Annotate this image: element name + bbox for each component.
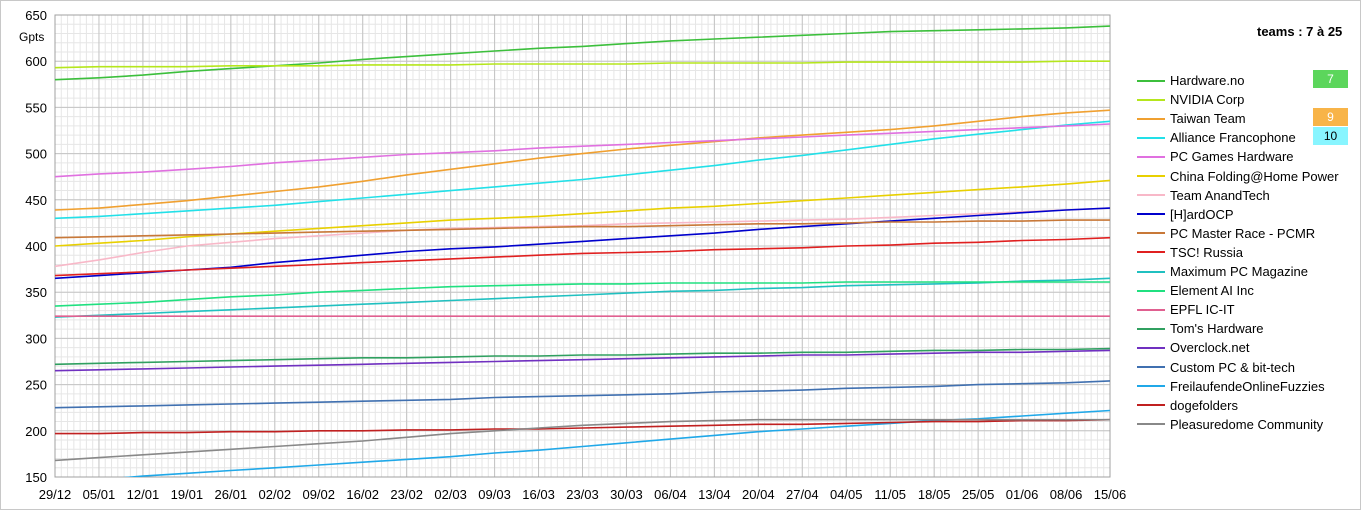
legend-label: Team AnandTech xyxy=(1170,187,1270,203)
legend-label: Hardware.no xyxy=(1170,73,1245,88)
legend-item: TSC! Russia xyxy=(1137,243,1243,262)
legend-item: Custom PC & bit-tech xyxy=(1137,358,1295,377)
legend-label: EPFL IC-IT xyxy=(1170,302,1235,318)
legend-item: Maximum PC Magazine xyxy=(1137,262,1308,281)
legend-item: [H]ardOCP xyxy=(1137,205,1234,224)
y-tick-label: 500 xyxy=(25,147,47,162)
x-tick-label: 02/03 xyxy=(434,487,467,502)
rank-badge: 7 xyxy=(1313,70,1348,88)
x-tick-label: 09/03 xyxy=(478,487,511,502)
y-tick-label: 450 xyxy=(25,193,47,208)
legend-item: Taiwan Team xyxy=(1137,109,1246,128)
legend-item: PC Master Race - PCMR xyxy=(1137,224,1315,243)
x-tick-label: 13/04 xyxy=(698,487,731,502)
team-range-label: teams : 7 à 25 xyxy=(1257,24,1343,39)
legend-item: Element AI Inc xyxy=(1137,281,1254,300)
legend-item: EPFL IC-IT xyxy=(1137,300,1235,319)
y-tick-label: 650 xyxy=(25,8,47,23)
y-axis-unit-label: Gpts xyxy=(19,30,45,44)
legend-swatch xyxy=(1137,98,1165,101)
legend-item: PC Games Hardware xyxy=(1137,147,1294,166)
rank-badge: 9 xyxy=(1313,108,1348,127)
legend-item: Alliance Francophone xyxy=(1137,128,1296,147)
legend-swatch xyxy=(1137,327,1165,330)
legend-item: China Folding@Home Power xyxy=(1137,167,1339,186)
legend-swatch xyxy=(1137,270,1165,273)
x-tick-label: 15/06 xyxy=(1094,487,1127,502)
x-tick-label: 05/01 xyxy=(83,487,116,502)
legend-item: Pleasuredome Community xyxy=(1137,415,1323,434)
legend-label: China Folding@Home Power xyxy=(1170,168,1339,184)
legend-label: PC Master Race - PCMR xyxy=(1170,225,1316,241)
y-tick-label: 250 xyxy=(25,378,47,393)
legend-label: Tom's Hardware xyxy=(1170,321,1264,337)
x-tick-label: 12/01 xyxy=(127,487,160,502)
x-tick-label: 18/05 xyxy=(918,487,951,502)
legend-label: [H]ardOCP xyxy=(1170,206,1234,222)
legend-label: Element AI Inc xyxy=(1170,283,1254,299)
legend-label: Custom PC & bit-tech xyxy=(1170,359,1295,375)
x-tick-label: 23/03 xyxy=(566,487,599,502)
x-tick-label: 30/03 xyxy=(610,487,643,502)
y-tick-label: 600 xyxy=(25,54,47,69)
x-tick-label: 06/04 xyxy=(654,487,687,502)
x-tick-label: 26/01 xyxy=(215,487,248,502)
legend-swatch xyxy=(1137,385,1165,388)
legend-swatch xyxy=(1137,289,1165,292)
legend-item: dogefolders xyxy=(1137,396,1238,415)
y-tick-label: 300 xyxy=(25,331,47,346)
x-tick-label: 09/02 xyxy=(302,487,335,502)
x-tick-label: 08/06 xyxy=(1050,487,1083,502)
legend-swatch xyxy=(1137,155,1165,158)
legend-label: Overclock.net xyxy=(1170,340,1250,356)
y-tick-label: 550 xyxy=(25,100,47,115)
x-tick-label: 19/01 xyxy=(171,487,204,502)
legend-item: Team AnandTech xyxy=(1137,186,1270,205)
legend-item: Tom's Hardware xyxy=(1137,319,1264,338)
legend-swatch xyxy=(1137,117,1165,120)
legend-swatch xyxy=(1137,232,1165,235)
legend-swatch xyxy=(1137,423,1165,426)
x-tick-label: 16/03 xyxy=(522,487,555,502)
legend-label: Pleasuredome Community xyxy=(1170,416,1324,432)
x-tick-label: 20/04 xyxy=(742,487,775,502)
legend-label: dogefolders xyxy=(1170,397,1238,413)
legend-label: FreilaufendeOnlineFuzzies xyxy=(1170,378,1325,394)
x-tick-label: 01/06 xyxy=(1006,487,1039,502)
y-tick-label: 200 xyxy=(25,424,47,439)
legend-label: NVIDIA Corp xyxy=(1170,92,1245,108)
legend-swatch xyxy=(1137,404,1165,407)
legend-label: Maximum PC Magazine xyxy=(1170,264,1308,279)
legend-swatch xyxy=(1137,136,1165,139)
x-tick-label: 29/12 xyxy=(39,487,72,502)
legend-item: Hardware.no xyxy=(1137,71,1244,90)
legend-label: Taiwan Team xyxy=(1170,111,1246,127)
legend-swatch xyxy=(1137,175,1165,177)
legend-label: PC Games Hardware xyxy=(1170,149,1294,165)
legend-label: TSC! Russia xyxy=(1170,244,1243,260)
x-tick-label: 23/02 xyxy=(390,487,423,502)
legend-swatch xyxy=(1137,251,1165,254)
y-tick-label: 150 xyxy=(25,470,47,485)
y-tick-label: 400 xyxy=(25,239,47,254)
legend-item: FreilaufendeOnlineFuzzies xyxy=(1137,377,1325,396)
legend-swatch xyxy=(1137,194,1165,197)
x-tick-label: 11/05 xyxy=(874,487,906,502)
x-tick-label: 25/05 xyxy=(962,487,995,502)
rank-badge: 10 xyxy=(1313,127,1348,146)
legend-label: Alliance Francophone xyxy=(1170,130,1296,146)
x-tick-label: 02/02 xyxy=(259,487,292,502)
y-tick-label: 350 xyxy=(25,285,47,300)
legend-swatch xyxy=(1137,213,1165,216)
x-tick-label: 04/05 xyxy=(830,487,863,502)
x-tick-label: 16/02 xyxy=(346,487,379,502)
legend-swatch xyxy=(1137,366,1165,368)
legend-swatch xyxy=(1137,79,1165,82)
legend-item: Overclock.net xyxy=(1137,338,1249,357)
legend-item: NVIDIA Corp xyxy=(1137,90,1244,109)
legend-swatch xyxy=(1137,346,1165,349)
x-tick-label: 27/04 xyxy=(786,487,819,502)
legend-swatch xyxy=(1137,308,1165,311)
